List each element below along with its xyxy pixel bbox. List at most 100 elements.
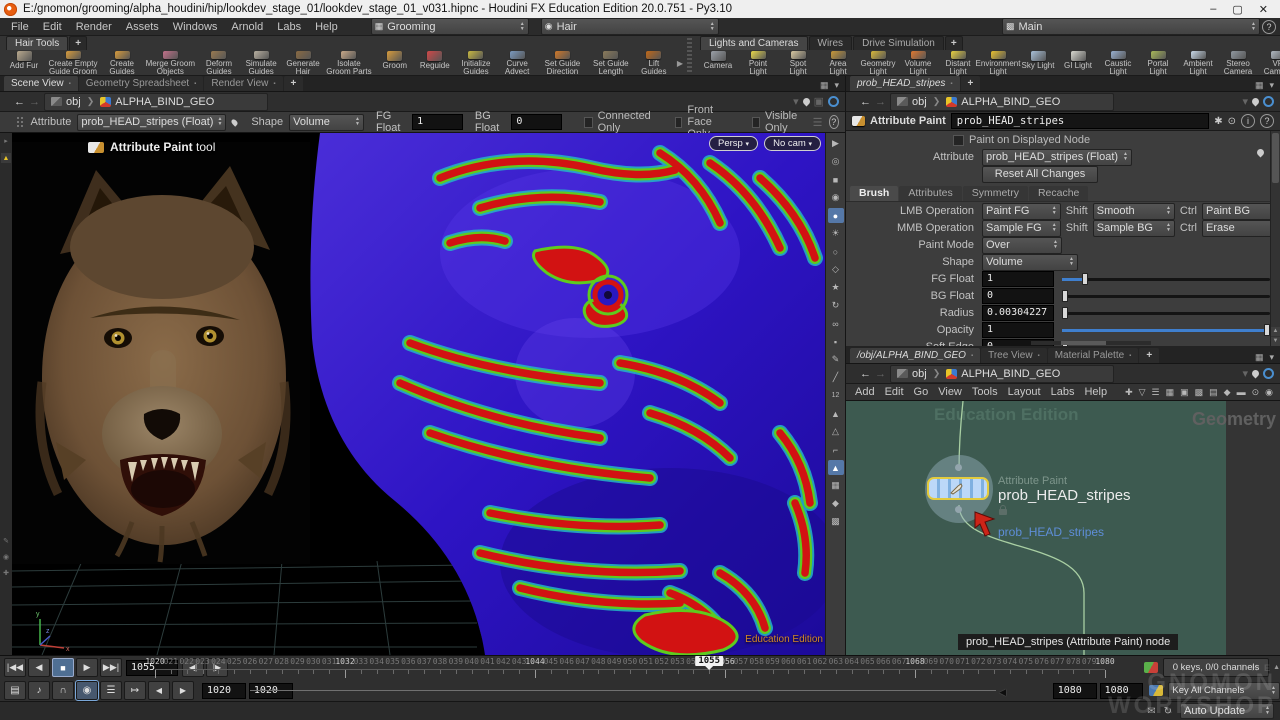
radial-menu-icon[interactable]	[1263, 368, 1274, 379]
find-icon[interactable]: ⊙	[1249, 387, 1263, 398]
material-icon[interactable]: ◆	[828, 496, 844, 511]
painted-model[interactable]	[290, 133, 825, 655]
grooming-shelf-dropdown[interactable]: ▦ Grooming	[371, 18, 529, 35]
volume-light-shelf-tool[interactable]: Volume Light	[898, 50, 938, 76]
mmb-ctrl-dropdown[interactable]: Erase	[1202, 220, 1280, 237]
opacity-input[interactable]: 1	[982, 322, 1054, 338]
tick-display-icon[interactable]: ☰	[100, 681, 122, 700]
isolate-groom-parts-shelf-tool[interactable]: Isolate Groom Parts	[323, 50, 375, 76]
stowed-panel-icon[interactable]: ▲	[1, 153, 11, 163]
path-dropdown-icon[interactable]: ▾	[1242, 367, 1248, 380]
pane-menu-icon[interactable]: ▦	[1255, 80, 1264, 91]
info-icon[interactable]: i	[1241, 114, 1255, 128]
pane-menu-icon[interactable]: ▦	[1255, 352, 1264, 363]
pin-attribute-icon[interactable]	[231, 118, 239, 126]
network-menu-view[interactable]: View	[933, 385, 967, 399]
network-menu-add[interactable]: Add	[850, 385, 880, 399]
area-light-shelf-tool[interactable]: Area Light	[818, 50, 858, 76]
pane-dropdown-icon[interactable]: ▾	[834, 80, 839, 91]
range-start-button[interactable]: ◀	[148, 681, 170, 700]
fg-float-slider[interactable]	[1062, 273, 1270, 285]
portal-light-shelf-tool[interactable]: Portal Light	[1138, 50, 1178, 76]
new-pane-tab-button[interactable]: +	[961, 76, 981, 91]
pane-tab-prob-head-stripes[interactable]: prob_HEAD_stripes▪	[850, 76, 960, 91]
set-guide-length-shelf-tool[interactable]: Set Guide Length	[588, 50, 634, 76]
timeline-ruler[interactable]: 1020021022023024025026027028029030031103…	[155, 657, 1105, 678]
add-fur-shelf-tool[interactable]: Add Fur	[4, 50, 44, 76]
close-tab-icon[interactable]: ▪	[1129, 353, 1131, 359]
gi-light-shelf-tool[interactable]: GI Light	[1058, 50, 1098, 76]
param-tab-attributes[interactable]: Attributes	[899, 186, 961, 201]
key-nav-icon[interactable]: ↦	[124, 681, 146, 700]
two-lights-icon[interactable]: ◇	[828, 262, 844, 277]
deform-guides-shelf-tool[interactable]: Deform Guides	[199, 50, 240, 76]
parameter-scrollbar[interactable]: ▲ ▼	[1270, 131, 1280, 346]
caustic-light-shelf-tool[interactable]: Caustic Light	[1098, 50, 1138, 76]
create-empty-guide-groom-shelf-tool[interactable]: Create Empty Guide Groom	[44, 50, 102, 76]
key-all-icon[interactable]	[1149, 685, 1163, 696]
keyframe-icon[interactable]	[1144, 662, 1158, 673]
refresh-icon[interactable]: ↻	[1164, 706, 1172, 717]
range-end-input[interactable]: 1080	[1100, 683, 1144, 699]
vr-camera-shelf-tool[interactable]: VR Camera	[1258, 50, 1280, 76]
close-tab-icon[interactable]: ▪	[273, 81, 275, 87]
hair-shelf-dropdown[interactable]: ◉ Hair	[541, 18, 719, 35]
checker-icon[interactable]: ▦	[828, 478, 844, 493]
node-crumb[interactable]: ALPHA_BIND_GEO	[961, 96, 1060, 108]
menu-arnold[interactable]: Arnold	[224, 20, 270, 34]
scroll-up-icon[interactable]: ▲	[1271, 327, 1280, 336]
menu-file[interactable]: File	[4, 20, 36, 34]
paint-on-displayed-checkbox[interactable]: Paint on Displayed Node	[953, 134, 1090, 146]
rotate-view-icon[interactable]: ↻	[828, 298, 844, 313]
close-tab-icon[interactable]: ▪	[971, 353, 973, 359]
stow-tool-icon[interactable]: ✎	[3, 537, 9, 545]
go-start-button[interactable]: |◀◀	[4, 658, 26, 677]
audio-options-icon[interactable]: ♪	[28, 681, 50, 700]
opacity-slider[interactable]	[1062, 324, 1270, 336]
performance-icon[interactable]: ∩	[52, 681, 74, 700]
param-tab-brush[interactable]: Brush	[850, 186, 898, 201]
network-editor[interactable]: Education Edition Geometry Attribute Pai…	[845, 401, 1280, 658]
organize-icon[interactable]: ▽	[1136, 387, 1149, 398]
desktop-dropdown[interactable]: ▩ Main	[1002, 18, 1260, 35]
pane-tab-render-view[interactable]: Render View▪	[204, 76, 282, 91]
viewport-canvas[interactable]: Attribute Paint tool Persp ▾ No cam ▾ Ed…	[12, 133, 825, 655]
shelf-tab-lights-and-cameras[interactable]: Lights and Cameras	[700, 36, 808, 50]
menu-help[interactable]: Help	[308, 20, 345, 34]
shape-dropdown[interactable]: Volume	[289, 114, 364, 131]
shape-dropdown[interactable]: Volume	[982, 254, 1078, 271]
network-menu-help[interactable]: Help	[1079, 385, 1112, 399]
forward-icon[interactable]: →	[875, 96, 886, 108]
mmb-operation-dropdown[interactable]: Sample FG	[982, 220, 1061, 237]
breadcrumb[interactable]: obj ❯ ALPHA_BIND_GEO	[890, 93, 1114, 111]
message-icon[interactable]: ✉	[1147, 706, 1155, 717]
shelf-tab-drive-simulation[interactable]: Drive Simulation	[853, 36, 944, 50]
snapshot-icon[interactable]: ◎	[828, 154, 844, 169]
close-tab-icon[interactable]: ▪	[1038, 353, 1040, 359]
minimize-button[interactable]: –	[1210, 3, 1216, 16]
stow-arrow-icon[interactable]: ▸	[4, 137, 8, 145]
image-plane-icon[interactable]: ▩	[1192, 387, 1207, 398]
linked-pane-icon[interactable]: ▣	[814, 95, 824, 108]
lmb-shift-dropdown[interactable]: Smooth	[1093, 203, 1175, 220]
menu-edit[interactable]: Edit	[36, 20, 69, 34]
bg-float-input[interactable]: 0	[982, 288, 1054, 304]
network-menu-tools[interactable]: Tools	[967, 385, 1003, 399]
pin-icon[interactable]	[801, 97, 811, 107]
prev-frame-button[interactable]: ◀	[28, 658, 50, 677]
create-guides-shelf-tool[interactable]: Create Guides	[102, 50, 142, 76]
high-quality-icon[interactable]: ★	[828, 280, 844, 295]
close-button[interactable]: ✕	[1259, 3, 1268, 16]
context-crumb[interactable]: obj	[912, 96, 927, 108]
node-crumb[interactable]: ALPHA_BIND_GEO	[115, 96, 214, 108]
pin-view-icon[interactable]: ◉	[828, 190, 844, 205]
new-pane-tab-button[interactable]: +	[1139, 348, 1159, 363]
keys-channels-button[interactable]: 0 keys, 0/0 channels	[1163, 658, 1269, 677]
shelf-tab-hair-tools[interactable]: Hair Tools	[6, 36, 68, 50]
attribute-dropdown[interactable]: prob_HEAD_stripes (Float)	[982, 149, 1132, 166]
breadcrumb[interactable]: obj ❯ ALPHA_BIND_GEO	[44, 93, 268, 111]
attribute-paint-node[interactable]	[927, 477, 989, 500]
stereo-camera-shelf-tool[interactable]: Stereo Camera	[1218, 50, 1258, 76]
radius-input[interactable]: 0.00304227	[982, 305, 1054, 321]
sky-light-shelf-tool[interactable]: Sky Light	[1018, 50, 1058, 76]
